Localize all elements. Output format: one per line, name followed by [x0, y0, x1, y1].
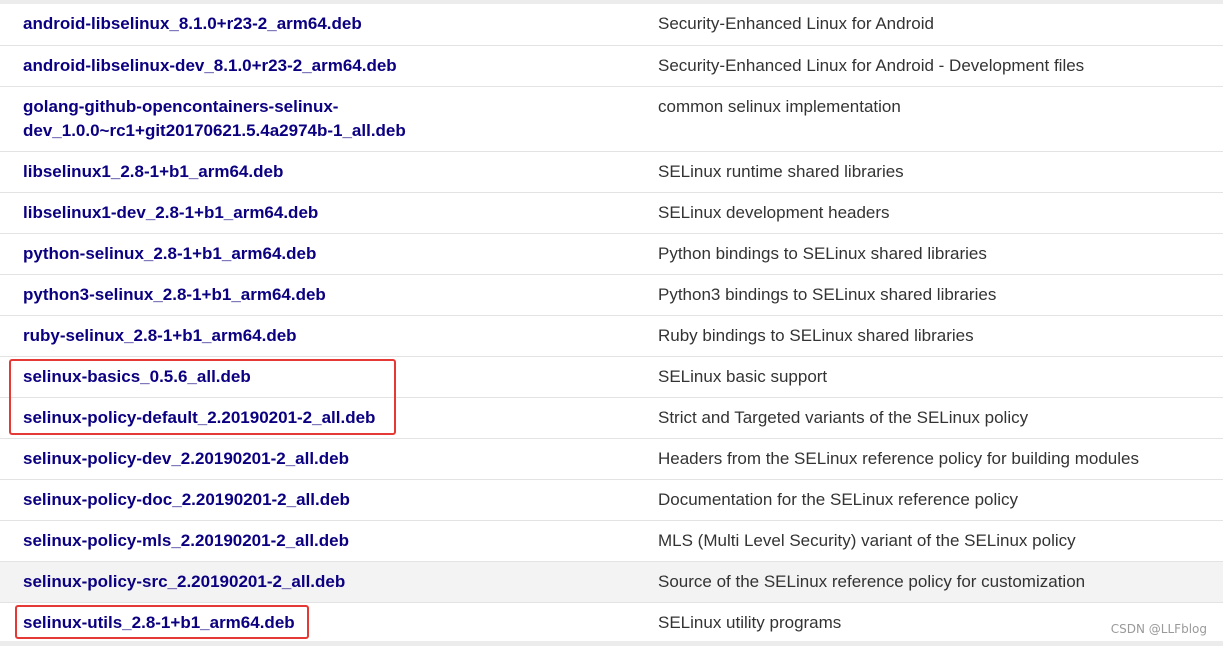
package-link-android-libselinux[interactable]: android-libselinux_8.1.0+r23-2_arm64.deb [23, 14, 362, 33]
package-link-selinux-policy-mls[interactable]: selinux-policy-mls_2.20190201-2_all.deb [23, 531, 349, 550]
package-link-selinux-policy-default[interactable]: selinux-policy-default_2.20190201-2_all.… [23, 408, 375, 427]
package-link-selinux-basics[interactable]: selinux-basics_0.5.6_all.deb [23, 367, 251, 386]
package-link-golang-selinux-dev[interactable]: golang-github-opencontainers-selinux-dev… [23, 97, 406, 140]
table-row: selinux-policy-default_2.20190201-2_all.… [0, 397, 1223, 438]
table-row: android-libselinux_8.1.0+r23-2_arm64.deb… [0, 4, 1223, 45]
package-link-ruby-selinux[interactable]: ruby-selinux_2.8-1+b1_arm64.deb [23, 326, 297, 345]
table-row: python3-selinux_2.8-1+b1_arm64.deb Pytho… [0, 274, 1223, 315]
package-description: Source of the SELinux reference policy f… [658, 571, 1086, 591]
package-description: SELinux utility programs [658, 612, 842, 632]
package-table: android-libselinux_8.1.0+r23-2_arm64.deb… [0, 4, 1223, 644]
package-description: SELinux development headers [658, 202, 890, 222]
table-row: selinux-policy-dev_2.20190201-2_all.deb … [0, 438, 1223, 479]
table-row: libselinux1-dev_2.8-1+b1_arm64.deb SELin… [0, 192, 1223, 233]
package-link-line-1: golang-github-opencontainers-selinux- [23, 96, 339, 116]
package-description: MLS (Multi Level Security) variant of th… [658, 530, 1076, 550]
table-row: selinux-basics_0.5.6_all.deb SELinux bas… [0, 356, 1223, 397]
package-link-selinux-policy-doc[interactable]: selinux-policy-doc_2.20190201-2_all.deb [23, 490, 350, 509]
package-link-selinux-utils[interactable]: selinux-utils_2.8-1+b1_arm64.deb [23, 613, 295, 632]
table-row-hovered: selinux-policy-src_2.20190201-2_all.deb … [0, 561, 1223, 602]
table-row: libselinux1_2.8-1+b1_arm64.deb SELinux r… [0, 151, 1223, 192]
package-description: Python3 bindings to SELinux shared libra… [658, 284, 997, 304]
package-description: Strict and Targeted variants of the SELi… [658, 407, 1029, 427]
package-description: Security-Enhanced Linux for Android - De… [658, 55, 1085, 75]
package-link-android-libselinux-dev[interactable]: android-libselinux-dev_8.1.0+r23-2_arm64… [23, 56, 397, 75]
package-link-libselinux1[interactable]: libselinux1_2.8-1+b1_arm64.deb [23, 162, 283, 181]
package-listing-page: android-libselinux_8.1.0+r23-2_arm64.deb… [0, 0, 1223, 646]
package-description: SELinux runtime shared libraries [658, 161, 904, 181]
package-description: common selinux implementation [658, 96, 901, 116]
table-row: selinux-utils_2.8-1+b1_arm64.deb SELinux… [0, 602, 1223, 643]
package-link-python3-selinux[interactable]: python3-selinux_2.8-1+b1_arm64.deb [23, 285, 326, 304]
bottom-divider [0, 641, 1223, 646]
table-row: android-libselinux-dev_8.1.0+r23-2_arm64… [0, 45, 1223, 86]
table-row: golang-github-opencontainers-selinux-dev… [0, 86, 1223, 151]
package-link-libselinux1-dev[interactable]: libselinux1-dev_2.8-1+b1_arm64.deb [23, 203, 318, 222]
table-row: selinux-policy-doc_2.20190201-2_all.deb … [0, 479, 1223, 520]
package-description: Security-Enhanced Linux for Android [658, 14, 934, 33]
package-link-python-selinux[interactable]: python-selinux_2.8-1+b1_arm64.deb [23, 244, 316, 263]
package-description: Headers from the SELinux reference polic… [658, 448, 1139, 468]
package-link-selinux-policy-dev[interactable]: selinux-policy-dev_2.20190201-2_all.deb [23, 449, 349, 468]
csdn-watermark: CSDN @LLFblog [1110, 622, 1207, 636]
package-description: Ruby bindings to SELinux shared librarie… [658, 325, 974, 345]
package-description: SELinux basic support [658, 366, 828, 386]
package-description: Python bindings to SELinux shared librar… [658, 243, 987, 263]
table-row: ruby-selinux_2.8-1+b1_arm64.deb Ruby bin… [0, 315, 1223, 356]
package-link-line-2: dev_1.0.0~rc1+git20170621.5.4a2974b-1_al… [23, 120, 406, 140]
table-row: python-selinux_2.8-1+b1_arm64.deb Python… [0, 233, 1223, 274]
package-description: Documentation for the SELinux reference … [658, 489, 1019, 509]
table-row: selinux-policy-mls_2.20190201-2_all.deb … [0, 520, 1223, 561]
package-link-selinux-policy-src[interactable]: selinux-policy-src_2.20190201-2_all.deb [23, 572, 345, 591]
